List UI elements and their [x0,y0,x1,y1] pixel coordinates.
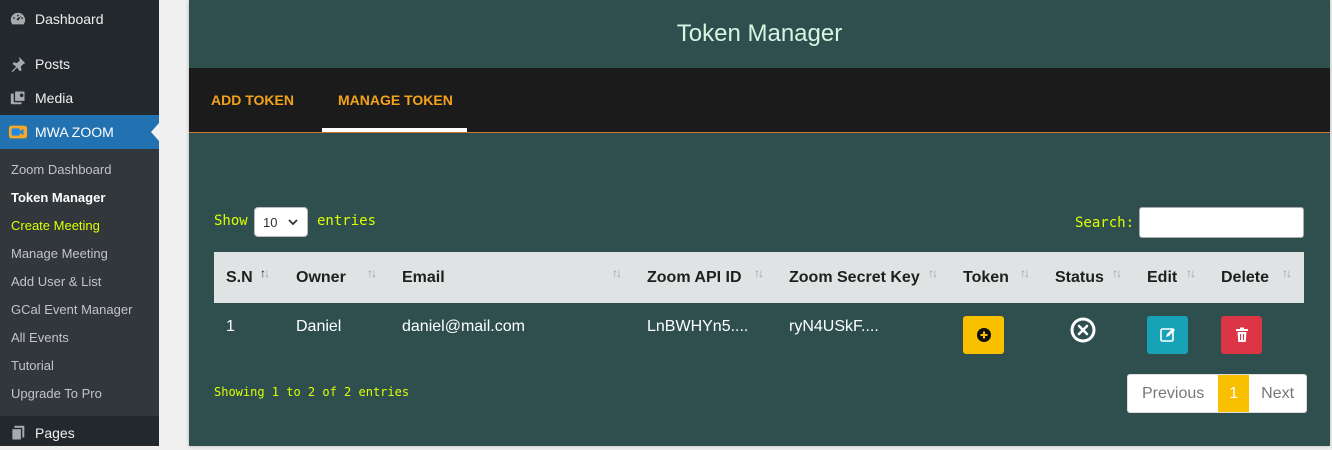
mwa-zoom-submenu: Zoom Dashboard Token Manager Create Meet… [0,149,159,416]
submenu-all-events[interactable]: All Events [11,328,69,348]
submenu-create-meeting[interactable]: Create Meeting [11,216,100,236]
sort-icon: ↑↓ [1186,266,1196,280]
entries-select[interactable]: 10 [254,207,308,237]
submenu-tutorial[interactable]: Tutorial [11,356,54,376]
chevron-down-icon [287,214,299,233]
sidebar-item-pages[interactable]: Pages [0,416,159,450]
delete-button[interactable] [1221,316,1262,354]
zoom-camera-icon [8,122,28,142]
submenu-zoom-dashboard[interactable]: Zoom Dashboard [11,160,111,180]
sort-icon: ↑↓ [1020,266,1030,280]
cell-zoom-api-id: LnBWHYn5.... [647,318,749,335]
pagination-page-1[interactable]: 1 [1218,375,1250,412]
submenu-add-user-list[interactable]: Add User & List [11,272,101,292]
column-header-owner[interactable]: Owner [296,252,346,303]
sidebar-item-media[interactable]: Media [0,81,159,115]
close-circle-icon [1070,317,1096,343]
column-header-token[interactable]: Token [963,252,1009,303]
cell-zoom-secret-key: ryN4USkF.... [789,318,879,335]
dashboard-icon [8,9,28,29]
sidebar-item-posts[interactable]: Posts [0,47,159,81]
submenu-token-manager[interactable]: Token Manager [11,188,105,208]
page-title: Token Manager [676,20,843,47]
column-header-delete[interactable]: Delete [1221,252,1269,303]
sidebar-item-mwa-zoom[interactable]: MWA ZOOM [0,115,159,149]
pages-icon [8,423,28,443]
pagination-previous[interactable]: Previous [1128,375,1218,412]
column-header-status[interactable]: Status [1055,252,1104,303]
sidebar-item-dashboard[interactable]: Dashboard [0,2,159,36]
sort-icon: ↑↓ [1112,266,1122,280]
column-header-email[interactable]: Email [402,252,445,303]
edit-button[interactable] [1147,316,1188,354]
status-toggle[interactable] [1069,316,1097,344]
sort-asc-icon: ↑↓ [260,266,270,280]
search-input[interactable] [1139,207,1304,238]
search-label: Search: [1075,215,1135,231]
sidebar-item-label: MWA ZOOM [35,124,114,140]
sort-icon: ↑↓ [928,266,938,280]
entries-select-value: 10 [263,214,278,230]
tab-add-token[interactable]: ADD TOKEN [211,68,294,132]
cell-owner: Daniel [296,318,342,335]
token-add-button[interactable] [963,316,1004,354]
admin-sidebar: Dashboard Posts Media MWA ZOOM Zoom Dash… [0,0,159,446]
table-info: Showing 1 to 2 of 2 entries [214,385,410,399]
sort-icon: ↑↓ [612,266,622,280]
tab-bar: ADD TOKEN MANAGE TOKEN [189,68,1330,133]
plus-circle-icon [976,328,991,342]
sidebar-item-label: Media [35,90,74,106]
column-header-zoom-secret-key[interactable]: Zoom Secret Key [789,252,920,303]
submenu-manage-meeting[interactable]: Manage Meeting [11,244,108,264]
submenu-gcal-event-manager[interactable]: GCal Event Manager [11,300,132,320]
edit-icon [1159,328,1175,342]
column-header-edit[interactable]: Edit [1147,252,1177,303]
pagination-next[interactable]: Next [1249,375,1306,412]
cell-sn: 1 [226,318,235,335]
tab-manage-token[interactable]: MANAGE TOKEN [322,68,467,132]
sort-icon: ↑↓ [367,266,377,280]
table-header: S.N ↑↓ Owner ↑↓ Email ↑↓ Zoom API ID ↑↓ … [214,252,1304,303]
sidebar-item-label: Dashboard [35,11,104,27]
pagination: Previous 1 Next [1127,374,1308,413]
submenu-upgrade-to-pro[interactable]: Upgrade To Pro [11,384,102,404]
sort-icon: ↑↓ [754,266,764,280]
media-icon [8,88,28,108]
pin-icon [8,54,28,74]
show-label: Show [214,213,248,229]
sidebar-item-label: Posts [35,56,71,72]
sidebar-item-label: Pages [35,425,75,441]
token-manager-panel: Token Manager ADD TOKEN MANAGE TOKEN Sho… [189,0,1330,446]
sort-icon: ↑↓ [1282,266,1292,280]
entries-label: entries [317,213,377,229]
trash-icon [1235,327,1248,342]
cell-email: daniel@mail.com [402,318,525,335]
column-header-zoom-api-id[interactable]: Zoom API ID [647,252,742,303]
column-header-sn[interactable]: S.N [226,252,253,303]
